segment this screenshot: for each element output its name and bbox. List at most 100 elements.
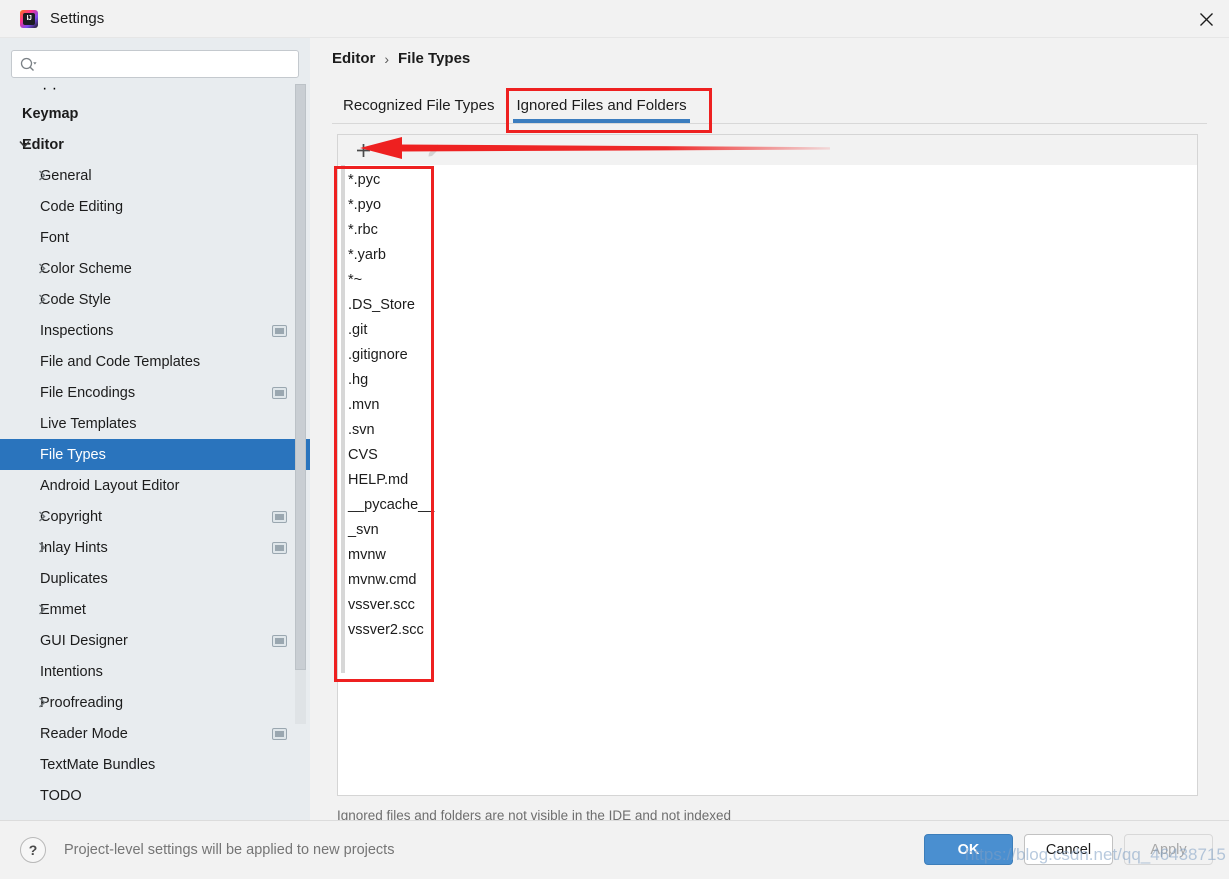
sidebar-item-label: GUI Designer — [40, 632, 128, 649]
list-item[interactable]: *.pyo — [343, 193, 493, 218]
sidebar-item-general[interactable]: General — [0, 160, 310, 191]
chevron-right-icon[interactable] — [32, 604, 52, 615]
tree-rows: Keymap Editor General Code Editing Font Color… — [0, 98, 310, 811]
list-item[interactable]: mvnw.cmd — [343, 568, 493, 593]
sidebar-item-label: File Types — [40, 446, 106, 463]
sidebar-item-duplicates[interactable]: Duplicates — [0, 563, 310, 594]
question-mark-icon[interactable]: ? — [20, 837, 46, 863]
footer-note: Project-level settings will be applied t… — [64, 842, 395, 858]
tab-bar: Recognized File Types Ignored Files and F… — [332, 88, 1207, 124]
ignored-list-toolbar — [337, 134, 1198, 165]
sidebar-item-label: Font — [40, 229, 70, 246]
partial-item-label: · · — [42, 86, 58, 97]
sidebar-scrollbar-thumb[interactable] — [295, 84, 306, 670]
sidebar-item-label: Android Layout Editor — [40, 477, 180, 494]
chevron-right-icon[interactable] — [32, 697, 52, 708]
sidebar-item-intentions[interactable]: Intentions — [0, 656, 310, 687]
list-item[interactable]: vssver2.scc — [343, 618, 493, 643]
settings-main-panel: Editor › File Types Recognized File Type… — [310, 38, 1229, 823]
sidebar-item-label: Code Editing — [40, 198, 124, 215]
sidebar-item-keymap[interactable]: Keymap — [0, 98, 310, 129]
list-item[interactable]: vssver.scc — [343, 593, 493, 618]
sidebar-item-android-layout-editor[interactable]: Android Layout Editor — [0, 470, 310, 501]
sidebar-item-file-encodings[interactable]: File Encodings — [0, 377, 310, 408]
close-icon[interactable] — [1183, 0, 1229, 38]
sidebar-item-label: TODO — [40, 787, 82, 804]
sidebar-item-code-style[interactable]: Code Style — [0, 284, 310, 315]
close-glyph — [1199, 12, 1213, 26]
plus-icon[interactable] — [348, 136, 378, 165]
list-item[interactable]: .svn — [343, 418, 493, 443]
intellij-idea-icon: IJ — [20, 9, 38, 28]
list-item[interactable]: _svn — [343, 518, 493, 543]
module-scope-icon — [272, 541, 287, 554]
sidebar-item-gui-designer[interactable]: GUI Designer — [0, 625, 310, 656]
sidebar-item-label: TextMate Bundles — [40, 756, 156, 773]
sidebar-item-font[interactable]: Font — [0, 222, 310, 253]
window-title: Settings — [50, 10, 105, 27]
sidebar-item-label: File Encodings — [40, 384, 136, 401]
settings-sidebar: · · Keymap Editor General Code Editing Font C… — [0, 38, 310, 820]
sidebar-item-code-editing[interactable]: Code Editing — [0, 191, 310, 222]
settings-tree: · · Keymap Editor General Code Editing Font C… — [0, 86, 310, 820]
sidebar-item-color-scheme[interactable]: Color Scheme — [0, 253, 310, 284]
settings-dialog: IJ Settings · · Keymap Editor General Co… — [0, 0, 1229, 879]
chevron-right-icon[interactable] — [32, 170, 52, 181]
chevron-right-icon[interactable] — [32, 542, 52, 553]
sidebar-item-file-types[interactable]: File Types — [0, 439, 310, 470]
tab-label: Recognized File Types — [343, 97, 495, 114]
pencil-icon[interactable] — [422, 136, 446, 165]
sidebar-item-live-templates[interactable]: Live Templates — [0, 408, 310, 439]
tab-ignored-files-and-folders[interactable]: Ignored Files and Folders — [505, 97, 697, 123]
sidebar-item-label: File and Code Templates — [40, 353, 201, 370]
list-item[interactable]: CVS — [343, 443, 493, 468]
tab-recognized-file-types[interactable]: Recognized File Types — [332, 97, 505, 123]
sidebar-item-todo[interactable]: TODO — [0, 780, 310, 811]
list-item[interactable]: mvnw — [343, 543, 493, 568]
list-item[interactable]: __pycache__ — [343, 493, 493, 518]
sidebar-item-proofreading[interactable]: Proofreading — [0, 687, 310, 718]
breadcrumb-separator-icon: › — [384, 50, 390, 67]
list-item[interactable]: .mvn — [343, 393, 493, 418]
sidebar-item-inlay-hints[interactable]: Inlay Hints — [0, 532, 310, 563]
search-input[interactable] — [43, 55, 283, 73]
list-item[interactable]: *~ — [343, 268, 493, 293]
sidebar-item-file-and-code-templates[interactable]: File and Code Templates — [0, 346, 310, 377]
sidebar-item-textmate-bundles[interactable]: TextMate Bundles — [0, 749, 310, 780]
chevron-down-icon[interactable] — [14, 140, 34, 149]
sidebar-item-label: Proofreading — [40, 694, 124, 711]
title-bar: IJ Settings — [0, 0, 1229, 38]
list-item[interactable]: .git — [343, 318, 493, 343]
ok-button[interactable]: OK — [924, 834, 1013, 865]
sidebar-item-label: Reader Mode — [40, 725, 128, 742]
list-item[interactable]: *.rbc — [343, 218, 493, 243]
list-item[interactable]: *.yarb — [343, 243, 493, 268]
search-icon — [20, 57, 37, 72]
module-scope-icon — [272, 324, 287, 337]
search-box[interactable] — [11, 50, 299, 78]
module-scope-icon — [272, 634, 287, 647]
sidebar-item-label: Live Templates — [40, 415, 137, 432]
breadcrumb: Editor › File Types — [332, 50, 470, 67]
module-scope-icon — [272, 510, 287, 523]
search-glyph — [20, 57, 37, 71]
sidebar-item-editor[interactable]: Editor — [0, 129, 310, 160]
pencil-glyph — [428, 144, 440, 156]
sidebar-item-emmet[interactable]: Emmet — [0, 594, 310, 625]
breadcrumb-root[interactable]: Editor — [332, 50, 375, 67]
chevron-right-icon[interactable] — [32, 294, 52, 305]
list-item[interactable]: *.pyc — [343, 168, 493, 193]
sidebar-item-copyright[interactable]: Copyright — [0, 501, 310, 532]
chevron-right-icon[interactable] — [32, 263, 52, 274]
ignored-files-panel: *.pyc *.pyo *.rbc *.yarb *~ .DS_Store .git .git… — [337, 165, 1198, 796]
list-item[interactable]: .gitignore — [343, 343, 493, 368]
sidebar-item-inspections[interactable]: Inspections — [0, 315, 310, 346]
plus-glyph — [356, 143, 370, 157]
chevron-right-icon[interactable] — [32, 511, 52, 522]
list-item[interactable]: .hg — [343, 368, 493, 393]
sidebar-item-reader-mode[interactable]: Reader Mode — [0, 718, 310, 749]
list-item[interactable]: HELP.md — [343, 468, 493, 493]
list-item[interactable]: .DS_Store — [343, 293, 493, 318]
sidebar-item-label: Duplicates — [40, 570, 108, 587]
cancel-button[interactable]: Cancel — [1024, 834, 1113, 865]
